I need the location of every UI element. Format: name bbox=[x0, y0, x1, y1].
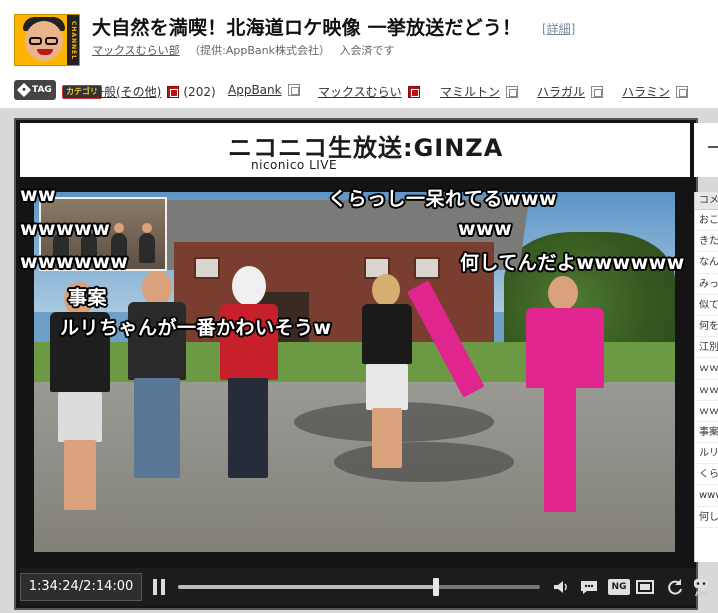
comment-overlay: ルリちゃんが一番かわいそうw bbox=[60, 317, 332, 339]
comment-list-row[interactable]: くら bbox=[695, 464, 718, 486]
dictionary-icon[interactable] bbox=[407, 85, 420, 98]
comment-list-row[interactable]: ｗｗ bbox=[695, 358, 718, 380]
program-header: CHANNEL 大自然を満喫！北海道ロケ映像 一挙放送だどう！ [詳細] マック… bbox=[0, 0, 718, 72]
comment-overlay: www bbox=[458, 218, 513, 240]
channel-info: マックスむらい部 （提供:AppBank株式会社） 入会済です bbox=[92, 42, 395, 58]
video-barn-window bbox=[414, 257, 440, 279]
video-frame[interactable] bbox=[34, 192, 675, 552]
tag-label[interactable]: ハラミン bbox=[622, 83, 670, 100]
pause-button[interactable] bbox=[152, 579, 166, 595]
seek-bar[interactable] bbox=[178, 585, 540, 589]
tag-label[interactable]: マックスむらい bbox=[318, 83, 402, 100]
app-label: APP bbox=[695, 591, 709, 598]
program-title: 大自然を満喫！北海道ロケ映像 一挙放送だどう！ bbox=[92, 17, 522, 39]
tag-item-haragaru[interactable]: ハラガル bbox=[537, 83, 604, 100]
tag-badge-label: TAG bbox=[32, 85, 52, 95]
comment-overlay: ww bbox=[20, 184, 57, 206]
dictionary-icon[interactable] bbox=[167, 85, 180, 98]
comment-list-panel[interactable]: コメ おこ きた なん みっ 似て 何を 江別 ｗｗ ｗｗ ｗｗ 事案 ルリ く… bbox=[694, 192, 718, 562]
comment-list-row[interactable]: ｗｗ bbox=[695, 380, 718, 401]
tag-label[interactable]: マミルトン bbox=[440, 83, 500, 100]
comment-list-row[interactable]: ｗｗ bbox=[695, 401, 718, 422]
comment-list-row[interactable]: きた bbox=[695, 231, 718, 253]
dictionary-icon[interactable] bbox=[506, 85, 519, 98]
tag-label[interactable]: AppBank bbox=[228, 83, 282, 97]
comment-overlay: wwwww bbox=[20, 218, 111, 240]
side-panel-top bbox=[694, 123, 718, 177]
dictionary-icon[interactable] bbox=[676, 85, 689, 98]
avatar-glasses-right bbox=[45, 37, 58, 45]
panel-toggle-icon[interactable] bbox=[708, 146, 718, 148]
comment-list-row[interactable]: なん bbox=[695, 252, 718, 274]
tag-item-appbank[interactable]: AppBank bbox=[228, 83, 300, 97]
comment-toggle-icon[interactable] bbox=[578, 576, 600, 598]
reload-icon[interactable] bbox=[664, 576, 686, 598]
tag-item-general[interactable]: 一般(その他) (202) bbox=[92, 83, 216, 100]
provider-text: （提供:AppBank株式会社） bbox=[189, 44, 330, 57]
comment-list-row[interactable]: ルリ bbox=[695, 443, 718, 465]
tag-count: (202) bbox=[183, 84, 216, 99]
comment-list-row[interactable]: 事案 bbox=[695, 422, 718, 444]
niconico-live-sublogo: niconico LIVE bbox=[251, 158, 338, 172]
video-shadow bbox=[334, 442, 514, 482]
screen-size-icon[interactable] bbox=[634, 576, 656, 598]
comment-list-row[interactable]: 江別 bbox=[695, 337, 718, 359]
comment-list-header: コメ bbox=[695, 192, 718, 210]
volume-icon[interactable] bbox=[550, 576, 572, 598]
tag-icon bbox=[16, 82, 32, 98]
time-display: 1:34:24/2:14:00 bbox=[20, 573, 142, 601]
avatar-glasses-left bbox=[29, 37, 42, 45]
channel-avatar[interactable]: CHANNEL bbox=[14, 14, 80, 66]
comment-overlay: 事案 bbox=[68, 287, 108, 309]
tag-item-maxmurai[interactable]: マックスむらい bbox=[318, 83, 420, 100]
comment-list-row[interactable]: 何を bbox=[695, 316, 718, 338]
comment-list-row[interactable]: みっ bbox=[695, 274, 718, 295]
comment-overlay: wwwwww bbox=[20, 251, 129, 273]
tag-item-mamiruton[interactable]: マミルトン bbox=[440, 83, 519, 100]
comment-overlay: 何してんだよwwwwww bbox=[460, 252, 685, 274]
seek-progress bbox=[178, 585, 433, 589]
tag-badge[interactable]: TAG bbox=[14, 80, 56, 100]
seek-handle[interactable] bbox=[433, 578, 439, 596]
comment-list-row[interactable]: おこ bbox=[695, 210, 718, 232]
channel-name-link[interactable]: マックスむらい部 bbox=[92, 44, 180, 57]
tag-label[interactable]: ハラガル bbox=[537, 83, 585, 100]
detail-link[interactable]: [詳細] bbox=[542, 20, 575, 37]
comment-list-row[interactable]: 何し bbox=[695, 507, 718, 528]
comment-list-row[interactable]: 似て bbox=[695, 295, 718, 316]
comment-overlay: くらっし一呆れてるwww bbox=[328, 188, 558, 210]
ng-setting-button[interactable]: NG bbox=[608, 579, 630, 595]
comment-list-row[interactable]: www bbox=[695, 485, 718, 507]
dictionary-icon[interactable] bbox=[591, 85, 604, 98]
member-status: 入会済です bbox=[339, 44, 395, 57]
channel-strip-label: CHANNEL bbox=[67, 15, 79, 65]
video-barn-window bbox=[194, 257, 220, 279]
dictionary-icon[interactable] bbox=[287, 84, 300, 96]
tag-item-haramin[interactable]: ハラミン bbox=[622, 83, 689, 100]
tag-label[interactable]: 一般(その他) bbox=[92, 83, 161, 100]
